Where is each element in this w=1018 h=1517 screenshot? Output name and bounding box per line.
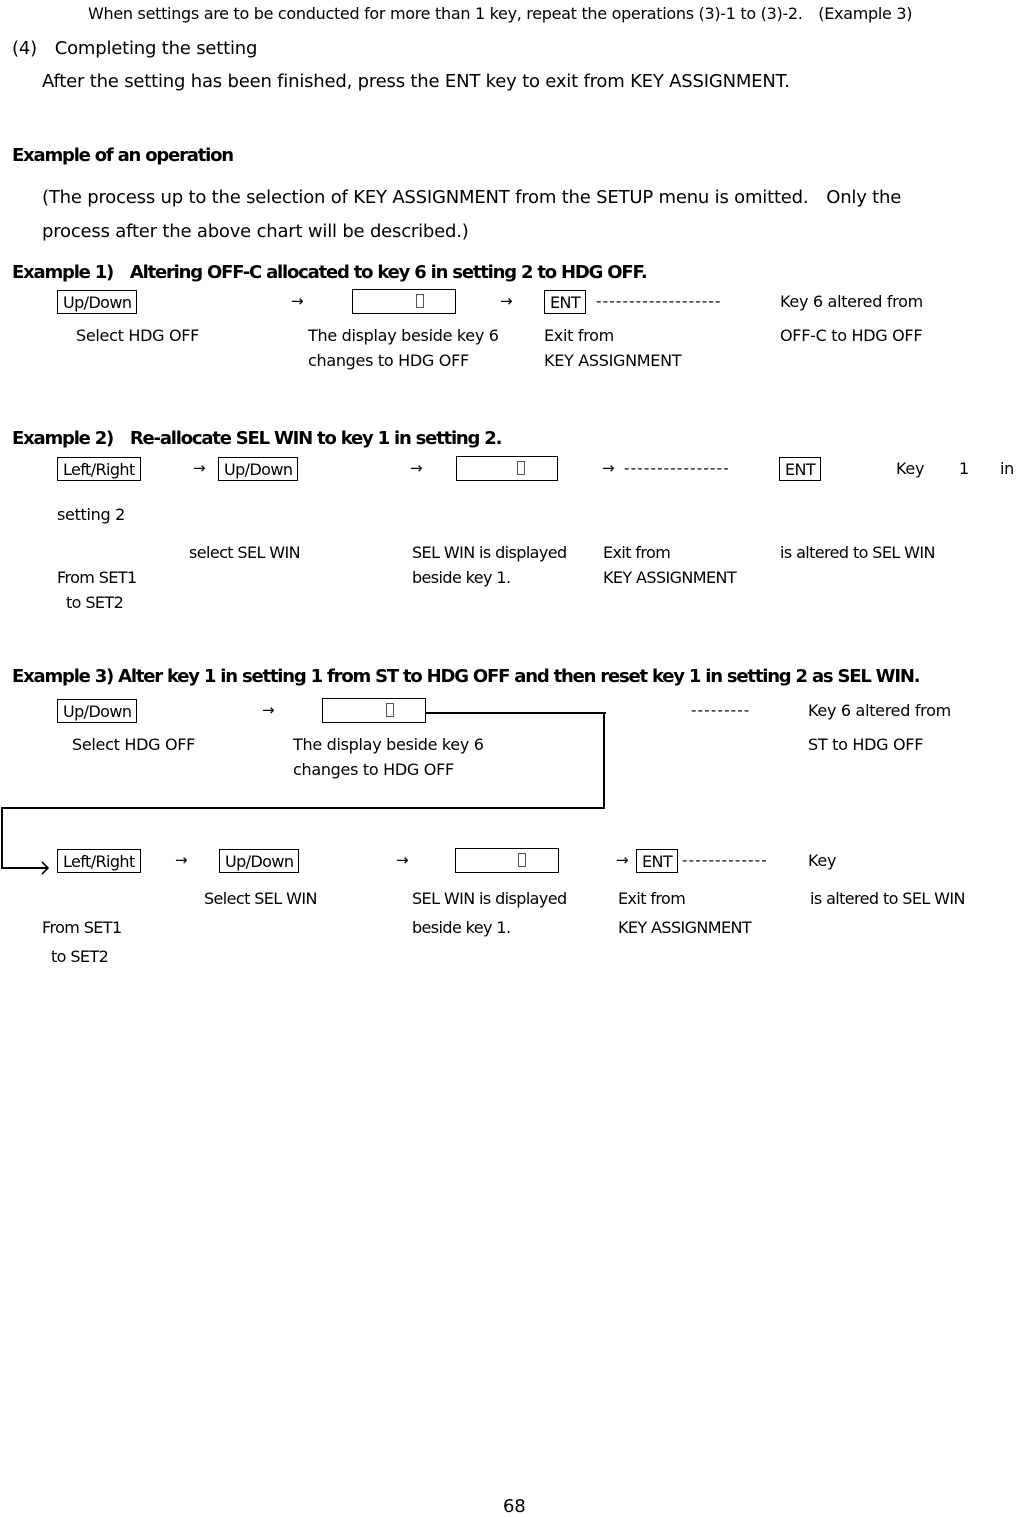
caption-result: is altered to SEL WIN	[810, 889, 965, 908]
display-glyph-icon	[416, 294, 424, 308]
ent-key: ENT	[636, 849, 679, 873]
caption-display-1: The display beside key 6	[293, 735, 484, 754]
caption-display-2: changes to HDG OFF	[293, 760, 454, 779]
up-down-key: Up/Down	[57, 699, 138, 723]
result-line1: Key 6 altered from	[780, 292, 923, 311]
display-box	[455, 848, 559, 873]
result-word-key: Key	[896, 459, 925, 478]
display-glyph-icon	[518, 853, 526, 867]
caption-exit-2: KEY ASSIGNMENT	[618, 918, 752, 937]
caption-display-1: SEL WIN is displayed	[412, 543, 567, 562]
left-right-key: Left/Right	[57, 849, 141, 873]
caption-display-1: The display beside key 6	[308, 326, 499, 345]
result-word-1: 1	[959, 459, 969, 478]
display-glyph-icon	[386, 703, 394, 717]
caption-exit-2: KEY ASSIGNMENT	[544, 351, 682, 370]
example-1-heading: Example 1) Altering OFF-C allocated to k…	[12, 262, 648, 283]
result-line2: setting 2	[57, 505, 126, 524]
intro-line: When settings are to be conducted for mo…	[88, 4, 913, 23]
operation-note-line2: process after the above chart will be de…	[42, 221, 469, 242]
caption-exit-1: Exit from	[544, 326, 614, 345]
caption-select: Select HDG OFF	[72, 735, 196, 754]
dashed-leader: -------------	[682, 851, 768, 869]
caption-display-1: SEL WIN is displayed	[412, 889, 567, 908]
connector-line	[1, 807, 605, 809]
section-4-body: After the setting has been finished, pre…	[42, 71, 790, 92]
connector-line	[426, 712, 606, 714]
caption-select: select SEL WIN	[189, 543, 301, 562]
caption-display-2: beside key 1.	[412, 568, 511, 587]
arrow-icon: →	[500, 292, 513, 310]
connector-line	[603, 712, 605, 808]
dashed-leader: ---------	[691, 701, 751, 719]
up-down-key: Up/Down	[57, 290, 138, 314]
arrow-icon: →	[175, 851, 188, 869]
arrow-icon: →	[396, 851, 409, 869]
caption-result: is altered to SEL WIN	[780, 543, 935, 562]
arrow-icon: →	[410, 459, 423, 477]
caption-select: Select SEL WIN	[204, 889, 317, 908]
section-4-heading: (4) Completing the setting	[12, 38, 258, 59]
caption-select: Select HDG OFF	[76, 326, 200, 345]
result-line2: ST to HDG OFF	[808, 735, 924, 754]
connector-line	[1, 807, 3, 869]
display-box	[352, 289, 456, 314]
display-box	[456, 456, 558, 481]
caption-exit-1: Exit from	[618, 889, 686, 908]
caption-exit-1: Exit from	[603, 543, 671, 562]
left-right-key: Left/Right	[57, 457, 141, 481]
operation-note-line1: (The process up to the selection of KEY …	[42, 187, 902, 208]
connector-arrowhead-icon	[41, 861, 50, 875]
result-line1: Key 6 altered from	[808, 701, 951, 720]
caption-display-2: changes to HDG OFF	[308, 351, 469, 370]
display-glyph-icon	[517, 461, 525, 475]
up-down-key: Up/Down	[219, 849, 300, 873]
example-2-heading: Example 2) Re-allocate SEL WIN to key 1 …	[12, 428, 502, 449]
caption-display-2: beside key 1.	[412, 918, 511, 937]
caption-from-1: From SET1	[57, 568, 137, 587]
caption-from-1: From SET1	[42, 918, 122, 937]
ent-key: ENT	[779, 457, 822, 481]
example-of-operation-heading: Example of an operation	[12, 145, 234, 166]
arrow-icon: →	[602, 459, 615, 477]
up-down-key: Up/Down	[218, 457, 299, 481]
caption-exit-2: KEY ASSIGNMENT	[603, 568, 737, 587]
result-line2: OFF-C to HDG OFF	[780, 326, 923, 345]
caption-from-2: to SET2	[51, 947, 109, 966]
dashed-leader: ----------------	[624, 459, 730, 477]
example-3-heading: Example 3) Alter key 1 in setting 1 from…	[12, 666, 921, 687]
page-number: 68	[503, 1496, 526, 1517]
display-box	[322, 698, 426, 723]
dashed-leader: -------------------	[596, 292, 722, 310]
caption-from-2: to SET2	[66, 593, 124, 612]
arrow-icon: →	[193, 459, 206, 477]
arrow-icon: →	[262, 701, 275, 719]
ent-key: ENT	[544, 290, 587, 314]
result-line1: Key	[808, 851, 837, 870]
arrow-icon: →	[291, 292, 304, 310]
arrow-icon: →	[616, 851, 629, 869]
result-word-in: in	[1000, 459, 1014, 478]
